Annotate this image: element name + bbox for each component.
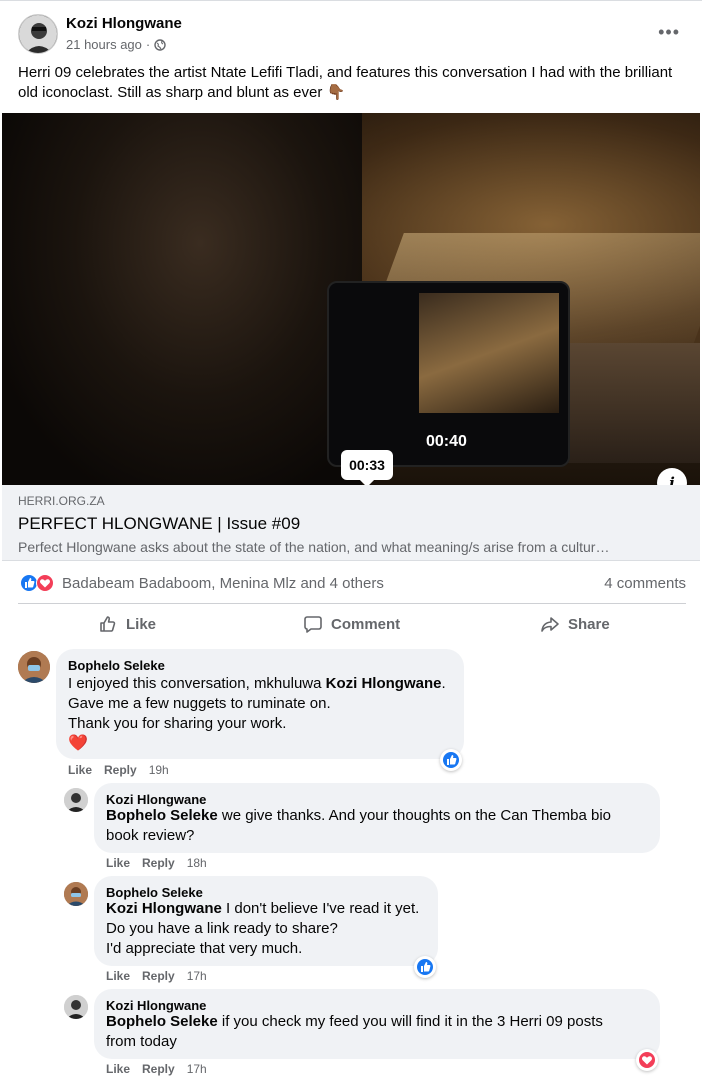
love-reaction-icon — [36, 574, 54, 592]
video-person — [2, 113, 362, 485]
comment-button[interactable]: Comment — [303, 614, 400, 634]
reply-avatar[interactable] — [64, 882, 88, 906]
heart-emoji: ❤️ — [68, 735, 88, 752]
comment-line: Bophelo Seleke if you check my feed you … — [106, 1012, 603, 1032]
comment-author[interactable]: Kozi Hlongwane — [106, 792, 206, 807]
more-options-button[interactable]: ••• — [658, 22, 680, 43]
comment-time[interactable]: 17h — [187, 969, 207, 983]
top-divider — [0, 0, 702, 1]
reactions-bar: Badabeam Badaboom, Menina Mlz and 4 othe… — [20, 573, 686, 595]
author-name[interactable]: Kozi Hlongwane — [66, 15, 182, 32]
reply-avatar[interactable] — [64, 995, 88, 1019]
love-reaction-icon — [639, 1052, 655, 1068]
post-actions: Like Comment Share — [18, 606, 686, 644]
commenter-avatar[interactable] — [18, 651, 50, 683]
comment-actions: Like Reply 17h — [106, 1062, 207, 1076]
globe-icon — [154, 38, 166, 51]
comment-text-segment: if you check my feed you will find it in… — [217, 1013, 603, 1030]
comment-line: Thank you for sharing your work. — [68, 715, 287, 732]
comment-reply-button[interactable]: Reply — [142, 969, 175, 983]
comment-text-segment: I enjoyed this conversation, mkhuluwa — [68, 675, 326, 692]
comment-text-segment: . — [441, 675, 446, 692]
comment-actions: Like Reply 18h — [106, 856, 207, 870]
video-phone-screen — [419, 293, 559, 413]
comment-like-button[interactable]: Like — [106, 856, 130, 870]
comment-author[interactable]: Bophelo Seleke — [68, 658, 165, 673]
like-badge[interactable] — [414, 956, 436, 978]
comment-line: from today — [106, 1033, 177, 1050]
comment-time[interactable]: 17h — [187, 1062, 207, 1076]
comment-reply-button[interactable]: Reply — [104, 763, 137, 777]
like-reaction-icon — [417, 959, 433, 975]
link-domain: HERRI.ORG.ZA — [18, 494, 105, 508]
comment-like-button[interactable]: Like — [106, 969, 130, 983]
like-reaction-icon — [443, 752, 459, 768]
comment-line: Kozi Hlongwane I don't believe I've read… — [106, 899, 419, 919]
comment-like-button[interactable]: Like — [106, 1062, 130, 1076]
video-hover-time-tooltip: 00:33 — [341, 450, 393, 480]
share-button[interactable]: Share — [540, 614, 610, 634]
reaction-icons[interactable] — [20, 574, 60, 592]
comment-line: I enjoyed this conversation, mkhuluwa Ko… — [68, 674, 446, 694]
comment-actions: Like Reply 17h — [106, 969, 207, 983]
post-header: Kozi Hlongwane 21 hours ago · ••• — [18, 14, 688, 58]
reaction-names[interactable]: Badabeam Badaboom, Menina Mlz and 4 othe… — [62, 575, 384, 592]
post-time[interactable]: 21 hours ago — [66, 37, 142, 52]
video-current-time: 00:40 — [426, 433, 467, 450]
comment-author[interactable]: Kozi Hlongwane — [106, 998, 206, 1013]
video-player[interactable]: 00:40 00:33 — [2, 113, 700, 485]
comment-actions: Like Reply 19h — [68, 763, 169, 777]
like-button[interactable]: Like — [98, 614, 156, 634]
link-title[interactable]: PERFECT HLONGWANE | Issue #09 — [18, 514, 300, 534]
comment-line: I'd appreciate that very much. — [106, 940, 303, 957]
post-meta: 21 hours ago · — [66, 37, 166, 52]
comment-text-segment: I don't believe I've read it yet. — [221, 900, 420, 917]
actions-divider — [18, 603, 686, 604]
speech-bubble-icon — [304, 616, 322, 633]
comment-time[interactable]: 19h — [149, 763, 169, 777]
reply-bubble: Bophelo Seleke Kozi Hlongwane I don't be… — [94, 876, 438, 966]
comment-author[interactable]: Bophelo Seleke — [106, 885, 203, 900]
post-text: Herri 09 celebrates the artist Ntate Lef… — [18, 64, 673, 101]
mention-tag[interactable]: Bophelo Seleke — [106, 1013, 218, 1030]
reply-bubble: Kozi Hlongwane Bophelo Seleke we give th… — [94, 783, 660, 853]
mention-tag[interactable]: Kozi Hlongwane — [106, 900, 222, 917]
reply-avatar[interactable] — [64, 788, 88, 812]
share-label: Share — [568, 615, 610, 633]
comment-line: Bophelo Seleke we give thanks. And your … — [106, 806, 611, 826]
link-description: Perfect Hlongwane asks about the state o… — [18, 539, 610, 555]
link-preview-card[interactable]: HERRI.ORG.ZA PERFECT HLONGWANE | Issue #… — [2, 485, 700, 561]
share-arrow-icon — [541, 617, 559, 632]
comment-bubble: Bophelo Seleke I enjoyed this conversati… — [56, 649, 464, 759]
comment-count[interactable]: 4 comments — [604, 575, 686, 592]
comment-line: Gave me a few nuggets to ruminate on. — [68, 695, 331, 712]
comment-line: Do you have a link ready to share? — [106, 920, 338, 937]
thumbs-up-icon — [100, 616, 116, 632]
mention-tag[interactable]: Kozi Hlongwane — [326, 675, 442, 692]
author-avatar[interactable] — [18, 14, 58, 54]
comment-line: book review? — [106, 827, 195, 844]
love-badge[interactable] — [636, 1049, 658, 1071]
comment-like-button[interactable]: Like — [68, 763, 92, 777]
meta-separator: · — [145, 37, 151, 52]
like-label: Like — [126, 615, 157, 633]
mention-tag[interactable]: Bophelo Seleke — [106, 807, 218, 824]
like-badge[interactable] — [440, 749, 462, 771]
reply-bubble: Kozi Hlongwane Bophelo Seleke if you che… — [94, 989, 660, 1059]
comment-reply-button[interactable]: Reply — [142, 1062, 175, 1076]
comment-text-segment: we give thanks. And your thoughts on the… — [217, 807, 612, 824]
comment-time[interactable]: 18h — [187, 856, 207, 870]
comment-label: Comment — [331, 615, 401, 633]
comment-reply-button[interactable]: Reply — [142, 856, 175, 870]
